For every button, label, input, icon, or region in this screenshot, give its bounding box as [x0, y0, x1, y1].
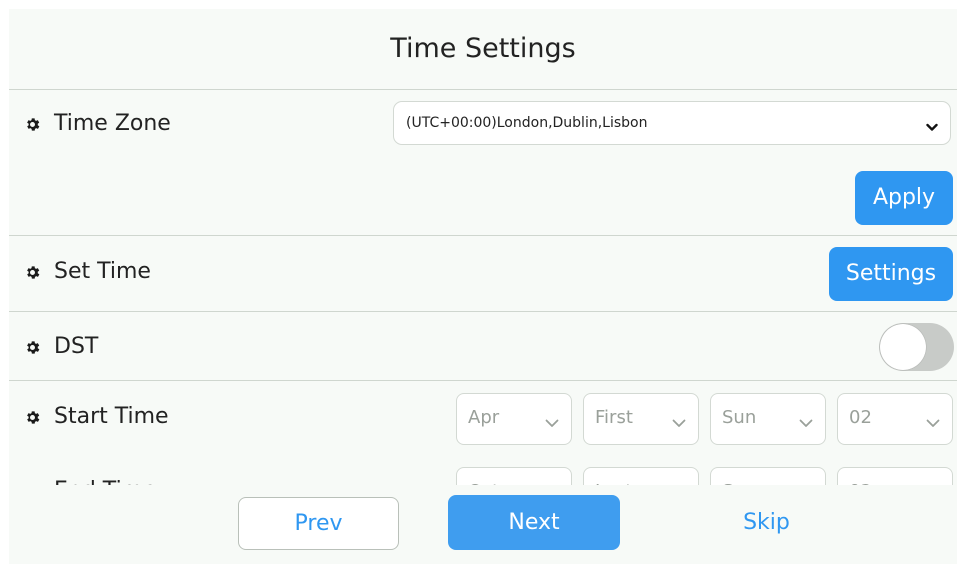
- select-value: Apr: [468, 407, 500, 428]
- next-button[interactable]: Next: [448, 495, 620, 550]
- divider: [9, 89, 957, 90]
- divider: [9, 311, 957, 312]
- gear-icon: [24, 264, 41, 281]
- start-day-select[interactable]: Sun: [710, 393, 826, 445]
- set-time-label-row: Set Time: [24, 257, 151, 287]
- toggle-knob: [880, 324, 926, 370]
- time-zone-label: Time Zone: [54, 111, 171, 136]
- settings-button[interactable]: Settings: [829, 247, 953, 301]
- dst-toggle[interactable]: [879, 323, 954, 371]
- select-value: First: [595, 407, 633, 428]
- divider: [9, 380, 957, 381]
- start-week-select[interactable]: First: [583, 393, 699, 445]
- divider: [9, 235, 957, 236]
- chevron-down-icon: [799, 413, 813, 432]
- start-time-label-row: Start Time: [24, 402, 169, 432]
- dst-label-row: DST: [24, 332, 98, 362]
- time-zone-select[interactable]: (UTC+00:00)London,Dublin,Lisbon: [393, 101, 951, 145]
- gear-icon: [24, 339, 41, 356]
- gear-icon: [24, 116, 41, 133]
- time-zone-value: (UTC+00:00)London,Dublin,Lisbon: [406, 115, 648, 131]
- chevron-down-icon: [926, 413, 940, 432]
- footer-nav: Prev Next Skip: [9, 485, 957, 564]
- chevron-down-icon: [672, 413, 686, 432]
- gear-icon: [24, 409, 41, 426]
- apply-button[interactable]: Apply: [855, 171, 953, 225]
- chevron-down-icon: [545, 413, 559, 432]
- start-month-select[interactable]: Apr: [456, 393, 572, 445]
- time-zone-label-row: Time Zone: [24, 109, 171, 139]
- select-value: Sun: [722, 407, 757, 428]
- start-hour-select[interactable]: 02: [837, 393, 953, 445]
- select-value: 02: [849, 407, 872, 428]
- start-time-label: Start Time: [54, 404, 169, 429]
- skip-button[interactable]: Skip: [709, 495, 824, 550]
- page-title: Time Settings: [390, 33, 576, 64]
- chevron-down-icon: [926, 117, 938, 136]
- time-settings-panel: Time Settings Time Zone (UTC+00:00)Londo…: [9, 9, 957, 564]
- dst-label: DST: [54, 334, 99, 359]
- prev-button[interactable]: Prev: [238, 497, 399, 550]
- set-time-label: Set Time: [54, 259, 151, 284]
